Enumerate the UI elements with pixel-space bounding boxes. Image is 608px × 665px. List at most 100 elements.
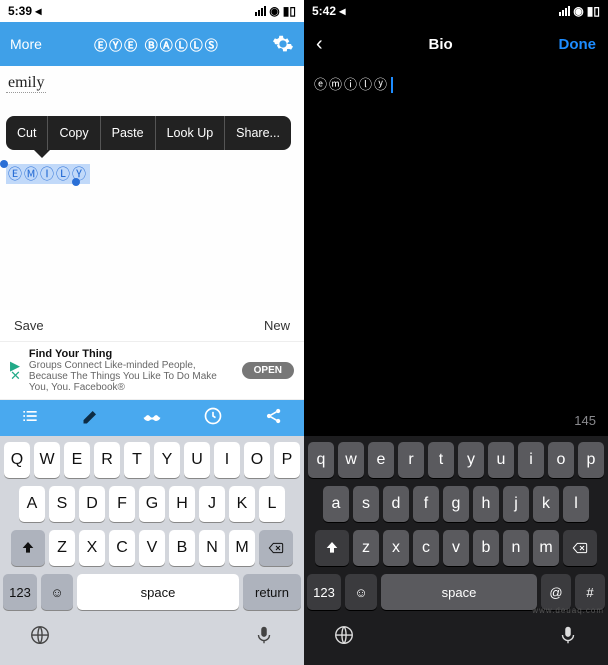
key-e[interactable]: E: [64, 442, 90, 478]
key-y[interactable]: Y: [154, 442, 180, 478]
selection-handle-end[interactable]: [72, 178, 80, 186]
key-o[interactable]: o: [548, 442, 574, 478]
key-c[interactable]: c: [413, 530, 439, 566]
key-m[interactable]: m: [533, 530, 559, 566]
new-button[interactable]: New: [264, 318, 290, 333]
save-button[interactable]: Save: [14, 318, 44, 333]
key-t[interactable]: T: [124, 442, 150, 478]
backspace-key[interactable]: [259, 530, 293, 566]
key-u[interactable]: u: [488, 442, 514, 478]
clock-icon[interactable]: [203, 406, 223, 431]
numbers-key[interactable]: 123: [3, 574, 37, 610]
key-c[interactable]: C: [109, 530, 135, 566]
key-k[interactable]: K: [229, 486, 255, 522]
mic-icon[interactable]: [557, 624, 579, 651]
return-key[interactable]: return: [243, 574, 301, 610]
key-f[interactable]: f: [413, 486, 439, 522]
key-p[interactable]: P: [274, 442, 300, 478]
kb-row-4: 123 ☺ space return: [3, 574, 301, 610]
key-q[interactable]: q: [308, 442, 334, 478]
key-a[interactable]: a: [323, 486, 349, 522]
selection-handle-start[interactable]: [0, 160, 8, 168]
key-u[interactable]: U: [184, 442, 210, 478]
key-w[interactable]: W: [34, 442, 60, 478]
key-r[interactable]: R: [94, 442, 120, 478]
menu-cut[interactable]: Cut: [6, 116, 48, 150]
key-p[interactable]: p: [578, 442, 604, 478]
hash-key[interactable]: #: [575, 574, 605, 610]
globe-icon[interactable]: [29, 624, 51, 651]
list-icon[interactable]: [20, 406, 40, 431]
key-j[interactable]: j: [503, 486, 529, 522]
key-m[interactable]: M: [229, 530, 255, 566]
more-button[interactable]: More: [10, 36, 42, 52]
emoji-key[interactable]: ☺: [345, 574, 377, 610]
key-r[interactable]: r: [398, 442, 424, 478]
key-f[interactable]: F: [109, 486, 135, 522]
key-k[interactable]: k: [533, 486, 559, 522]
app-title: ⒺⓎⒺ ⒷⒶⓁⓁⓈ: [94, 35, 220, 54]
settings-button[interactable]: [272, 33, 294, 55]
key-e[interactable]: e: [368, 442, 394, 478]
signal-icon: [559, 6, 570, 16]
key-z[interactable]: z: [353, 530, 379, 566]
bio-text: ⓔⓜⓘⓛⓨ: [314, 77, 389, 92]
edit-area[interactable]: emily Cut Copy Paste Look Up Share... ⒺⓂ…: [0, 66, 304, 310]
key-t[interactable]: t: [428, 442, 454, 478]
input-text[interactable]: emily: [6, 74, 46, 93]
key-i[interactable]: i: [518, 442, 544, 478]
globe-icon[interactable]: [333, 624, 355, 651]
space-key[interactable]: space: [77, 574, 239, 610]
mustache-icon[interactable]: [142, 406, 162, 431]
menu-paste[interactable]: Paste: [101, 116, 156, 150]
done-button[interactable]: Done: [559, 36, 597, 53]
backspace-key[interactable]: [563, 530, 597, 566]
key-l[interactable]: l: [563, 486, 589, 522]
key-n[interactable]: n: [503, 530, 529, 566]
shift-key[interactable]: [11, 530, 45, 566]
key-v[interactable]: v: [443, 530, 469, 566]
key-b[interactable]: b: [473, 530, 499, 566]
bio-textarea[interactable]: ⓔⓜⓘⓛⓨ 145: [304, 66, 608, 436]
key-w[interactable]: w: [338, 442, 364, 478]
app-toolbar: [0, 400, 304, 436]
key-d[interactable]: D: [79, 486, 105, 522]
key-s[interactable]: s: [353, 486, 379, 522]
key-j[interactable]: J: [199, 486, 225, 522]
key-h[interactable]: h: [473, 486, 499, 522]
ad-open-button[interactable]: OPEN: [242, 362, 294, 379]
key-a[interactable]: A: [19, 486, 45, 522]
emoji-key[interactable]: ☺: [41, 574, 73, 610]
key-d[interactable]: d: [383, 486, 409, 522]
key-i[interactable]: I: [214, 442, 240, 478]
kb-row-2: ASDFGHJKL: [3, 486, 301, 522]
shift-key[interactable]: [315, 530, 349, 566]
ad-banner[interactable]: ▶✕ Find Your Thing Groups Connect Like-m…: [0, 341, 304, 400]
key-g[interactable]: G: [139, 486, 165, 522]
share-icon[interactable]: [264, 406, 284, 431]
key-o[interactable]: O: [244, 442, 270, 478]
bio-header: ‹ Bio Done: [304, 22, 608, 66]
key-l[interactable]: L: [259, 486, 285, 522]
numbers-key[interactable]: 123: [307, 574, 341, 610]
menu-share[interactable]: Share...: [225, 116, 291, 150]
key-v[interactable]: V: [139, 530, 165, 566]
key-q[interactable]: Q: [4, 442, 30, 478]
key-z[interactable]: Z: [49, 530, 75, 566]
menu-lookup[interactable]: Look Up: [156, 116, 226, 150]
context-menu: Cut Copy Paste Look Up Share...: [6, 116, 291, 150]
back-button[interactable]: ‹: [316, 33, 323, 56]
space-key[interactable]: space: [381, 574, 537, 610]
mic-icon[interactable]: [253, 624, 275, 651]
at-key[interactable]: @: [541, 574, 571, 610]
key-x[interactable]: X: [79, 530, 105, 566]
key-y[interactable]: y: [458, 442, 484, 478]
key-g[interactable]: g: [443, 486, 469, 522]
key-n[interactable]: N: [199, 530, 225, 566]
key-b[interactable]: B: [169, 530, 195, 566]
key-s[interactable]: S: [49, 486, 75, 522]
key-x[interactable]: x: [383, 530, 409, 566]
key-h[interactable]: H: [169, 486, 195, 522]
menu-copy[interactable]: Copy: [48, 116, 100, 150]
pencil-icon[interactable]: [81, 406, 101, 431]
